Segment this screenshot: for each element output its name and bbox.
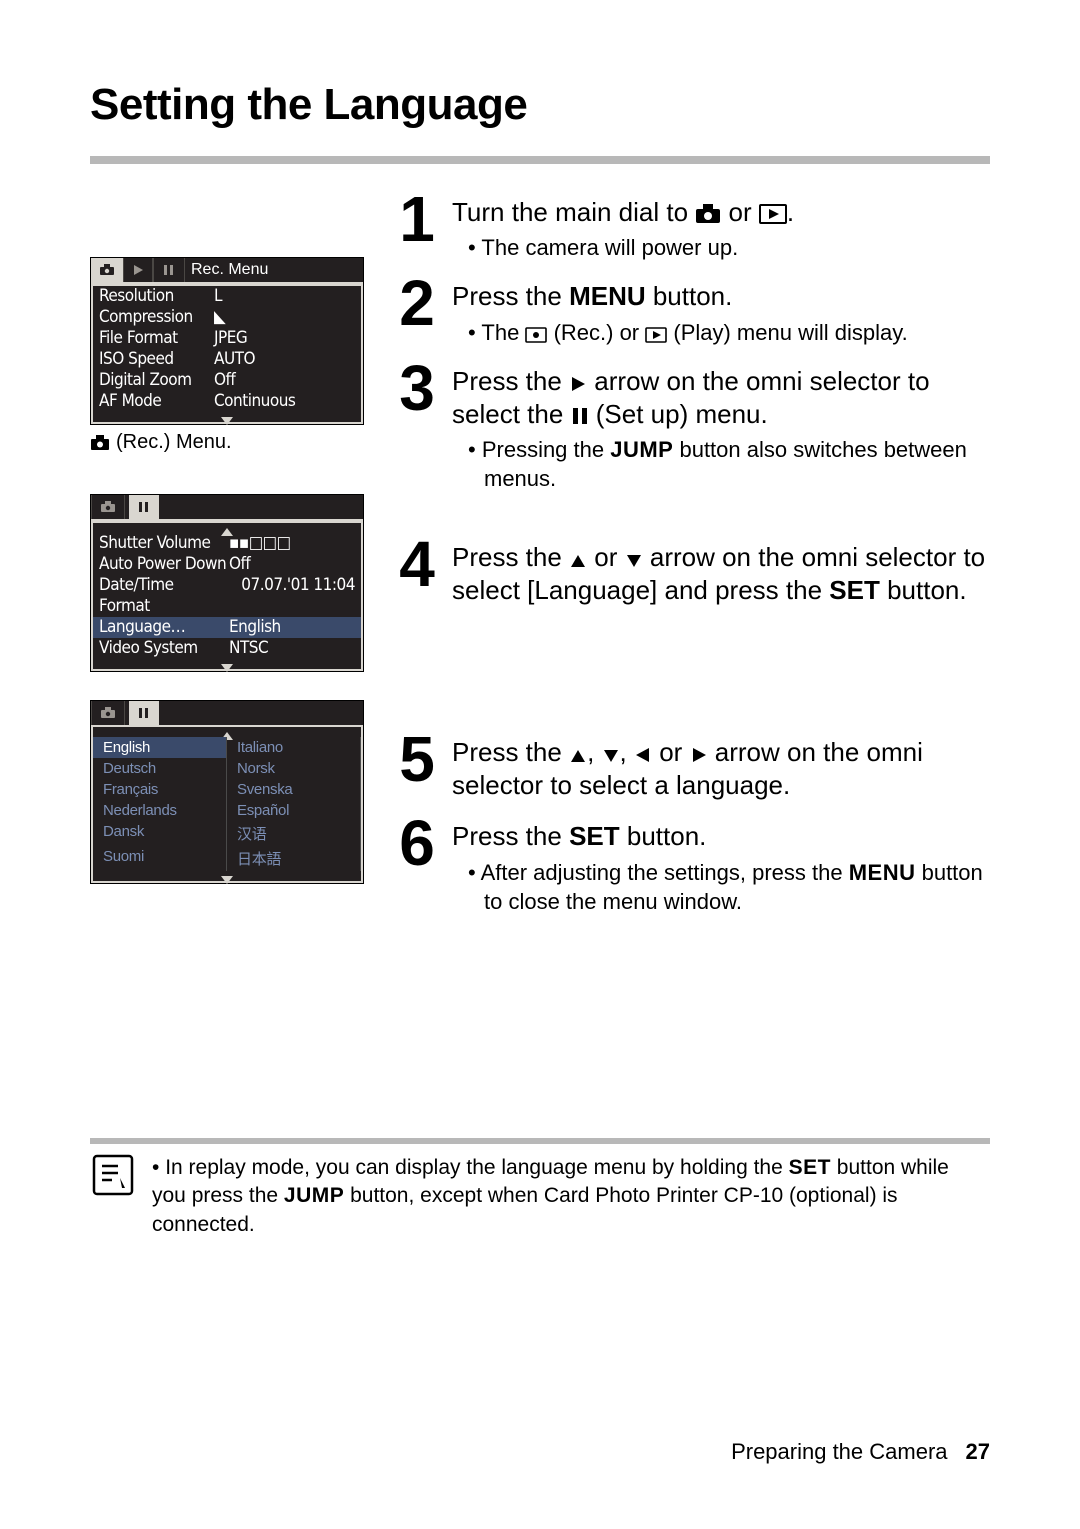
lcd-row-key: ISO Speed (99, 349, 214, 370)
lang-cell: Español (227, 800, 361, 821)
lang-cell: 日本語 (227, 846, 361, 871)
page-footer: Preparing the Camera27 (731, 1439, 990, 1465)
lang-cell: Dansk (93, 821, 227, 846)
lcd-title: Rec. Menu (185, 261, 268, 279)
language-grid: EnglishItaliano DeutschNorsk FrançaisSve… (93, 737, 361, 871)
step-bullet: After adjusting the settings, press the … (468, 858, 990, 916)
lcd-caption: (Rec.) Menu. (90, 431, 364, 454)
step-head: Press the arrow on the omni selector to … (452, 365, 990, 432)
lang-cell: 汉语 (227, 821, 361, 846)
lcd-row-val (214, 596, 355, 617)
step-head: Press the MENU button. (452, 280, 990, 313)
step-number: 2 (392, 276, 442, 346)
step-head: Press the SET button. (452, 820, 990, 853)
lang-cell: Italiano (227, 737, 361, 758)
lang-cell: Svenska (227, 779, 361, 800)
divider (90, 1138, 990, 1144)
lcd-row-key: Compression (99, 307, 214, 328)
lang-cell: Suomi (93, 846, 227, 871)
step-number: 5 (392, 732, 442, 803)
step-6: 6 Press the SET button. After adjusting … (392, 816, 990, 915)
rec-icon (525, 327, 547, 343)
step-4: 4 Press the or arrow on the omni selecto… (392, 537, 990, 608)
camera-icon (695, 204, 721, 224)
lcd-row-key: Date/Time (99, 575, 199, 596)
step-head: Press the or arrow on the omni selector … (452, 541, 990, 608)
tab-setup-icon (153, 258, 185, 282)
play-icon (759, 204, 787, 224)
step-number: 6 (392, 816, 442, 915)
lang-cell: Français (93, 779, 227, 800)
lcd-row-val: L (214, 286, 355, 307)
left-column: Rec. Menu ResolutionL Compression◣ File … (90, 192, 364, 930)
lcd-row-val: English (229, 617, 355, 638)
lcd-row-key: Resolution (99, 286, 214, 307)
divider (90, 156, 990, 164)
step-5: 5 Press the , , or arrow on the omni sel… (392, 732, 990, 803)
arrow-right-icon (569, 375, 587, 393)
step-number: 3 (392, 361, 442, 494)
arrow-down-icon (602, 748, 620, 764)
arrow-up-icon (569, 553, 587, 569)
arrow-right-icon (690, 746, 708, 764)
lcd-row-val: ▪▪□□□ (229, 533, 355, 554)
step-bullet: Pressing the JUMP button also switches b… (468, 435, 990, 493)
step-bullet: The camera will power up. (468, 233, 990, 262)
tab-setup-icon (129, 495, 159, 519)
lcd-row-val: NTSC (229, 638, 355, 659)
arrow-down-icon (625, 553, 643, 569)
lcd-row-key: File Format (99, 328, 214, 349)
lcd-language-menu: EnglishItaliano DeutschNorsk FrançaisSve… (90, 700, 364, 884)
tab-camera-icon (91, 258, 123, 282)
page-title: Setting the Language (90, 80, 990, 130)
lang-cell: Norsk (227, 758, 361, 779)
arrow-left-icon (634, 746, 652, 764)
lang-cell: English (93, 737, 227, 758)
tab-camera-icon (91, 701, 125, 725)
step-number: 4 (392, 537, 442, 608)
lcd-row-val: 07.07.'01 11:04 (199, 575, 355, 596)
step-2: 2 Press the MENU button. The (Rec.) or (… (392, 276, 990, 346)
lcd-row-key: Shutter Volume (99, 533, 229, 554)
lang-cell: Nederlands (93, 800, 227, 821)
lang-cell: Deutsch (93, 758, 227, 779)
step-head: Turn the main dial to or . (452, 196, 990, 229)
step-number: 1 (392, 192, 442, 262)
tab-setup-icon (129, 701, 159, 725)
lcd-row-key: Language… (99, 617, 229, 638)
lcd-row-val: AUTO (214, 349, 355, 370)
lcd-row-key: Digital Zoom (99, 370, 214, 391)
lcd-row-val: Continuous (214, 391, 355, 412)
tip-note: In replay mode, you can display the lang… (90, 1138, 990, 1239)
lcd-row-val: ◣ (214, 307, 355, 328)
tab-camera-icon (91, 495, 125, 519)
step-head: Press the , , or arrow on the omni selec… (452, 736, 990, 803)
lcd-row-key: AF Mode (99, 391, 214, 412)
note-text: In replay mode, you can display the lang… (152, 1154, 988, 1239)
lcd-row-val: Off (214, 370, 355, 391)
lcd-rec-menu: Rec. Menu ResolutionL Compression◣ File … (90, 257, 364, 425)
arrow-up-icon (569, 748, 587, 764)
lcd-setup-menu: Shutter Volume▪▪□□□ Auto Power DownOff D… (90, 494, 364, 672)
setup-icon (571, 406, 589, 426)
step-bullet: The (Rec.) or (Play) menu will display. (468, 318, 990, 347)
lcd-row-key: Video System (99, 638, 229, 659)
lcd-row-val: Off (229, 554, 355, 575)
play-icon (645, 327, 667, 343)
step-1: 1 Turn the main dial to or . The camera … (392, 192, 990, 262)
lcd-row-val: JPEG (214, 328, 355, 349)
note-icon (92, 1154, 134, 1196)
lcd-row-key: Format (99, 596, 214, 617)
steps-column: 1 Turn the main dial to or . The camera … (392, 192, 990, 930)
step-3: 3 Press the arrow on the omni selector t… (392, 361, 990, 494)
tab-play-icon (123, 258, 153, 282)
lcd-row-key: Auto Power Down (99, 554, 229, 575)
